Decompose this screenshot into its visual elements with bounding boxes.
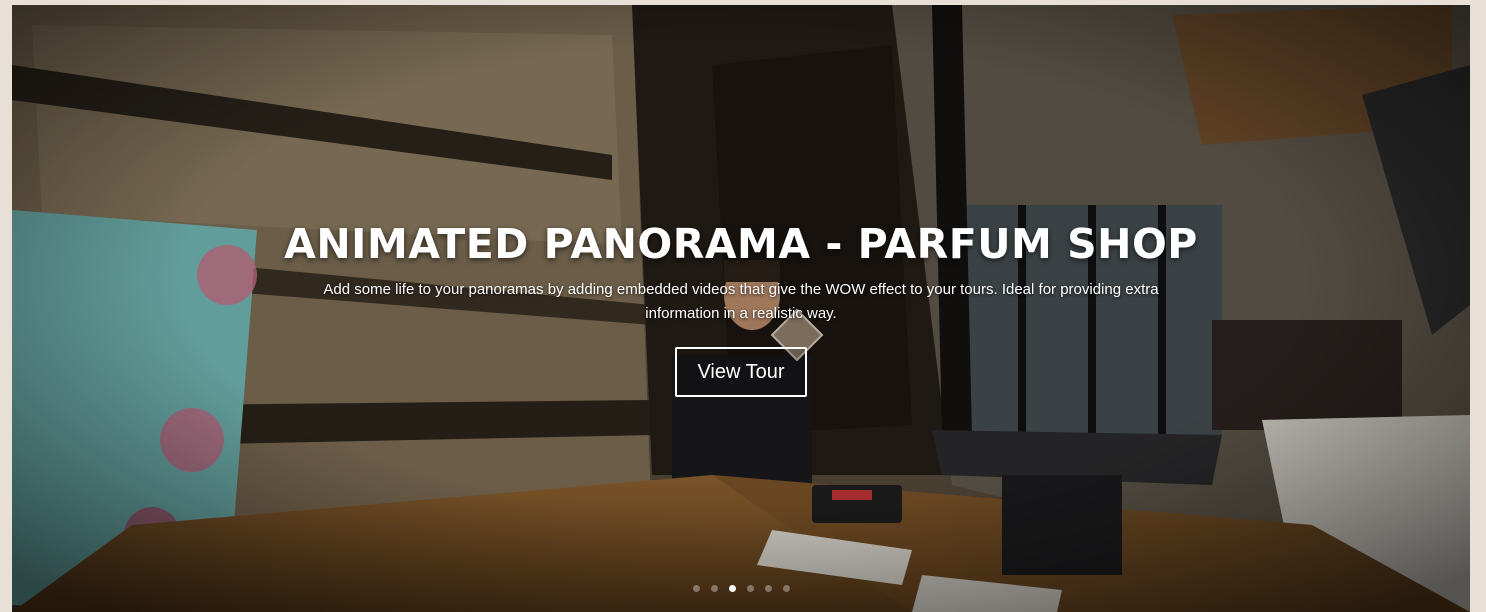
slide-title: ANIMATED PANORAMA - PARFUM SHOP [284,220,1198,268]
slider-pagination [12,585,1470,592]
hero-slider[interactable]: ANIMATED PANORAMA - PARFUM SHOP Add some… [12,5,1470,612]
slide-caption: ANIMATED PANORAMA - PARFUM SHOP Add some… [12,220,1470,397]
view-tour-button[interactable]: View Tour [675,347,807,397]
slider-dot-4[interactable] [746,585,754,592]
slide-description: Add some life to your panoramas by addin… [323,281,1159,322]
slider-dot-5[interactable] [764,585,772,592]
slider-dot-1[interactable] [692,585,700,592]
slider-dot-2[interactable] [710,585,718,592]
slider-dot-3[interactable] [728,585,736,592]
slider-dot-6[interactable] [782,585,790,592]
